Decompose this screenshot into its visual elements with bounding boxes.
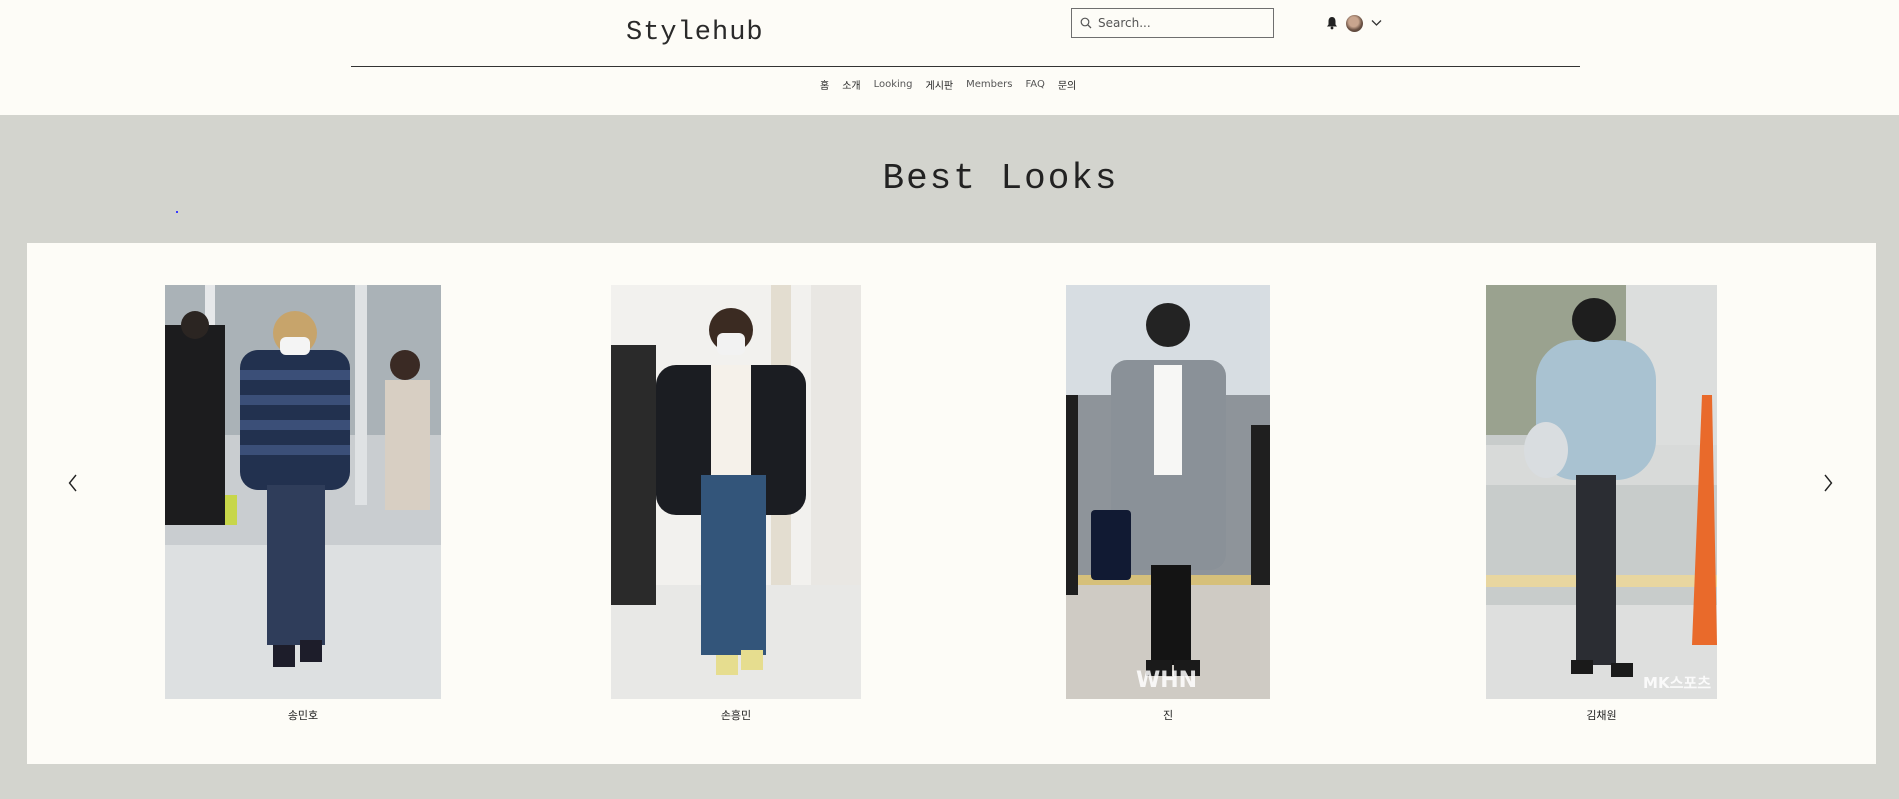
avatar[interactable] [1346,14,1363,32]
look-card[interactable]: 송민호 [165,285,441,723]
site-header: Stylehub 홈 소개 Looking 게시판 Members FAQ 문의 [0,0,1899,115]
search-input[interactable] [1098,16,1258,30]
photo-watermark: WHN [1136,668,1198,693]
look-card[interactable]: MK스포츠 김채원 [1486,285,1717,723]
look-photo[interactable] [611,285,861,699]
nav-members[interactable]: Members [966,79,1012,90]
looks-carousel: 송민호 손흥민 WHN 진 MK스포츠 김채원 [27,243,1876,764]
nav-contact[interactable]: 문의 [1058,77,1076,92]
section-title: Best Looks [0,158,1899,199]
chevron-down-icon[interactable] [1371,19,1382,27]
look-photo[interactable]: WHN [1066,285,1270,699]
nav-looking[interactable]: Looking [874,79,913,90]
bell-icon[interactable] [1326,16,1338,30]
user-area[interactable] [1326,14,1382,32]
look-name: 진 [1162,709,1174,722]
look-name: 송민호 [287,709,319,722]
look-name: 손흥민 [720,709,752,722]
look-name: 김채원 [1586,709,1617,722]
section-title-text: Best Looks [882,158,1119,199]
look-photo[interactable]: MK스포츠 [1486,285,1717,699]
photo-watermark: MK스포츠 [1643,674,1711,692]
main-nav: 홈 소개 Looking 게시판 Members FAQ 문의 [820,77,1076,92]
search-box[interactable] [1071,8,1274,38]
header-divider [351,66,1580,67]
look-photo[interactable] [165,285,441,699]
site-logo[interactable]: Stylehub [626,18,764,48]
chevron-left-icon [68,474,77,492]
look-card[interactable]: 손흥민 [611,285,861,723]
nav-home[interactable]: 홈 [820,77,829,92]
search-icon [1080,17,1092,29]
look-card[interactable]: WHN 진 [1066,285,1270,723]
chevron-right-icon [1824,474,1833,492]
carousel-prev-button[interactable] [61,468,85,498]
decorative-dot [176,211,178,213]
nav-faq[interactable]: FAQ [1025,79,1044,90]
nav-board[interactable]: 게시판 [926,77,954,92]
nav-about[interactable]: 소개 [842,77,860,92]
carousel-next-button[interactable] [1816,468,1840,498]
